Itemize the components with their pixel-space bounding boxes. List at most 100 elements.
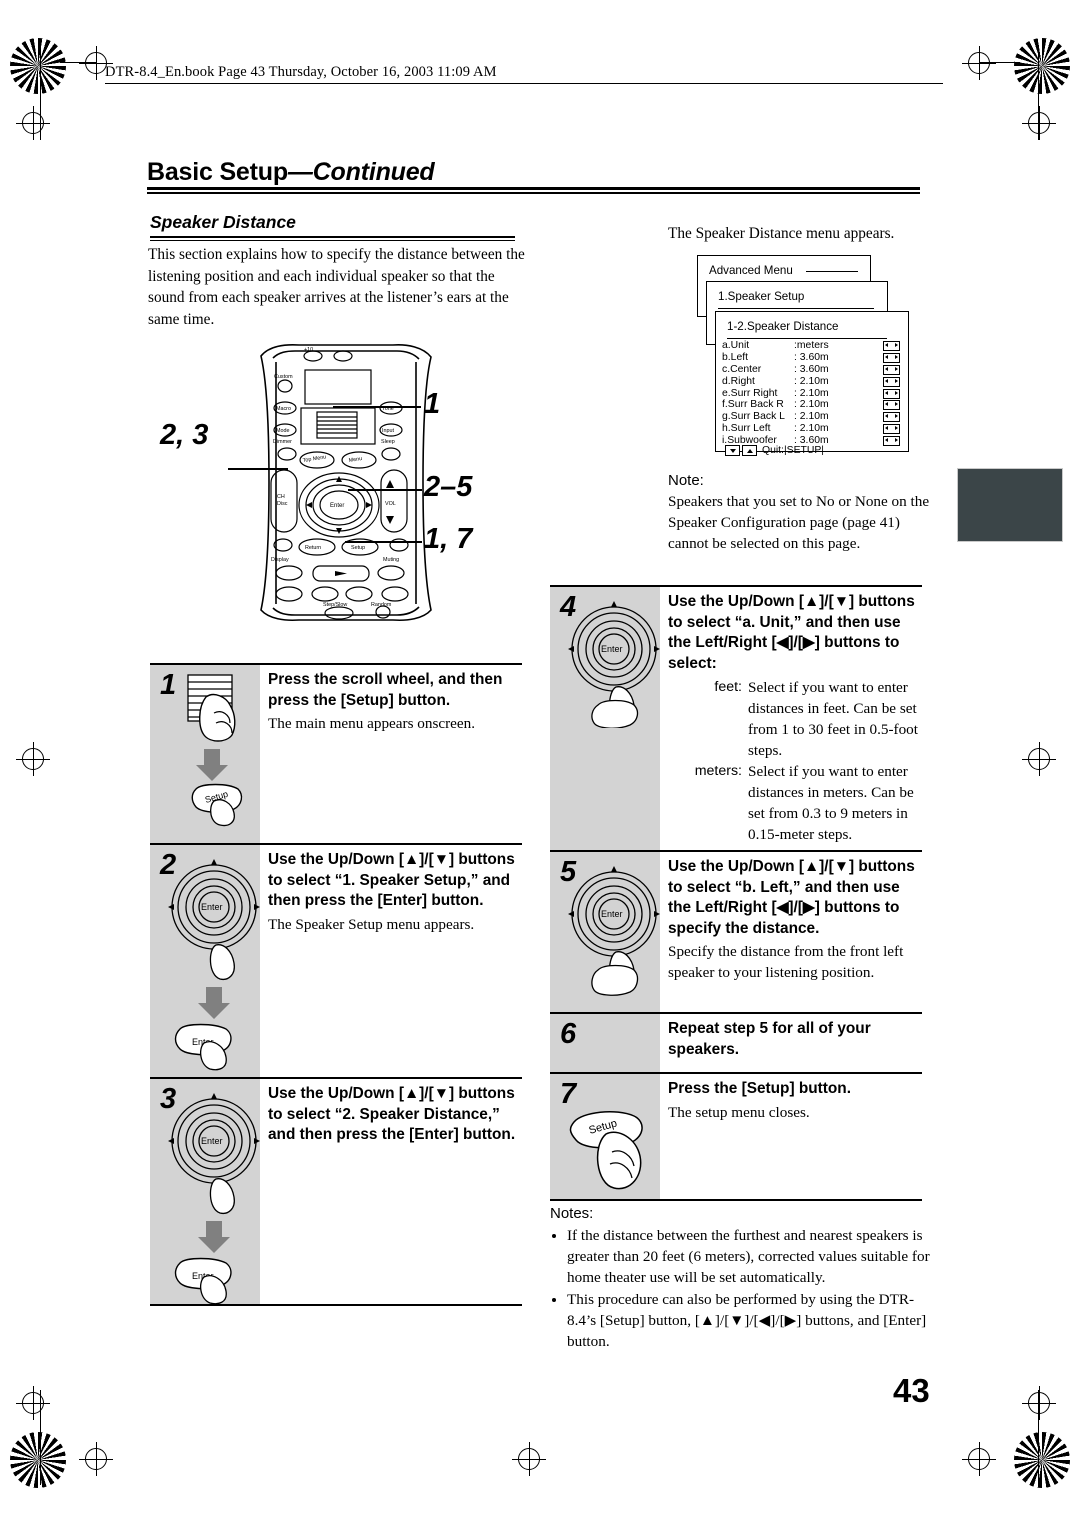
svg-text:+10: +10 [304,347,313,353]
osd-setting-row[interactable]: e.Surr Right : 2.10m [722,388,902,400]
step-body: Use the Up/Down [▲]/[▼] buttons to selec… [660,852,922,1012]
up-arrow-icon[interactable] [742,445,757,456]
svg-text:Mode: Mode [276,428,290,434]
svg-text:Macro: Macro [276,406,291,412]
osd-setting-row[interactable]: c.Center : 3.60m [722,364,902,376]
left-right-adjust-icon[interactable] [883,436,900,447]
enter-dial-icon: Enter Enter [168,859,260,1071]
osd-setting-row[interactable]: b.Left: 3.60m [722,352,902,364]
crop-line-right-vertical-bottom [1038,1390,1039,1485]
remote-callout-1-7-leader [345,541,422,543]
svg-text:Enter: Enter [601,644,623,654]
step-detail: The setup menu closes. [668,1103,810,1121]
definition-row: feet: Select if you want to enter distan… [668,677,918,761]
left-right-adjust-icon[interactable] [883,364,900,375]
osd-setting-label: e.Surr Right [722,387,778,399]
step-number-cell: 3 Enter Enter [150,1079,260,1305]
note-heading: Note: [668,472,704,489]
svg-text:Menu: Menu [348,456,362,464]
definition-row: meters: Select if you want to enter dist… [668,761,918,845]
left-right-adjust-icon[interactable] [883,424,900,435]
step-number-cell: 1 Setup [150,665,260,843]
osd-setting-value: : 3.60m [794,363,829,375]
step-body: Use the Up/Down [▲]/[▼] buttons to selec… [260,845,522,1077]
notes-heading: Notes: [550,1205,594,1222]
step-number-cell: 4 Enter [550,587,660,850]
step-row: 2 Enter Enter Use the Up/Down [▲]/[▼] bu… [150,845,522,1077]
title-rule-thick [147,187,920,190]
osd-setting-value: : 2.10m [794,411,829,423]
osd-layer1-rule [806,271,858,273]
osd-intro-text: The Speaker Distance menu appears. [668,225,895,242]
svg-text:VOL: VOL [385,501,396,507]
page-number: 43 [893,1372,930,1409]
svg-text:Display: Display [271,557,289,563]
crop-line-top-horizontal-right [980,62,1020,63]
left-right-adjust-icon[interactable] [883,388,900,399]
note-block: Note: Speakers that you set to No or Non… [668,470,930,554]
title-rule-thin [147,192,920,194]
step-body: Use the Up/Down [▲]/[▼] buttons to selec… [260,1079,522,1304]
left-right-adjust-icon[interactable] [883,376,900,387]
osd-setting-row[interactable]: g.Surr Back L : 2.10m [722,411,902,423]
remote-callout-2-3: 2, 3 [160,419,209,451]
osd-setting-row[interactable]: d.Right: 2.10m [722,376,902,388]
left-right-adjust-icon[interactable] [883,340,900,351]
remote-callout-1: 1 [424,388,441,420]
corner-burst-bottomright [1014,1432,1070,1488]
down-arrow-icon[interactable] [725,445,740,456]
osd-quit-label: Quit:|SETUP| [762,445,824,456]
svg-text:Input: Input [382,428,394,434]
left-right-adjust-icon[interactable] [883,412,900,423]
osd-setting-label: a.Unit [722,340,750,351]
enter-dial-icon: Enter [568,601,660,728]
step-instruction: Use the Up/Down [▲]/[▼] buttons to selec… [668,593,915,672]
registration-mark-bottom-right [1022,1386,1056,1420]
svg-text:Step/Slow: Step/Slow [323,602,347,608]
header-rule [105,83,943,84]
step-instruction: Use the Up/Down [▲]/[▼] buttons to selec… [268,851,515,909]
osd-menu-stack: Advanced Menu 1.Speaker Setup 1-2.Speake… [697,255,909,456]
osd-setting-label: c.Center [722,363,762,375]
step-row: 1 Setup Press the scroll wheel, and then… [150,665,522,843]
section-rule-thin [150,239,515,241]
notes-list: If the distance between the furthest and… [550,1225,940,1352]
osd-setting-label: b.Left [722,351,748,363]
registration-mark-bottom-right2 [962,1442,996,1476]
manual-page: DTR-8.4_En.book Page 43 Thursday, Octobe… [0,0,1080,1528]
svg-text:Custom: Custom [274,374,293,380]
book-running-header: DTR-8.4_En.book Page 43 Thursday, Octobe… [105,64,497,80]
svg-text:Setup: Setup [351,545,365,551]
step-number: 1 [160,669,177,701]
registration-mark-top-left [79,46,113,80]
definition-description: Select if you want to enter distances in… [748,763,914,843]
step-number-cell: 2 Enter Enter [150,845,260,1077]
step-row: 6 Repeat step 5 for all of your speakers… [550,1014,922,1072]
scroll-wheel-icon: Setup [187,674,243,827]
osd-setting-row[interactable]: a.Unit:meters [722,340,902,352]
left-right-adjust-icon[interactable] [883,352,900,363]
steps-left-column: 1 Setup Press the scroll wheel, and then… [150,663,522,1306]
enter-dial-icon: Enter [568,866,660,996]
step-row: 3 Enter Enter Use the Up/Down [▲]/[▼] bu… [150,1079,522,1305]
definition-description: Select if you want to enter distances in… [748,679,918,759]
step-row: 7 Setup Press the [Setup] button. The se… [550,1074,922,1199]
page-title: Basic Setup—Continued [147,158,435,187]
svg-text:Top Menu: Top Menu [302,454,326,464]
page-title-bold: Basic Setup [147,158,288,186]
svg-text:Muting: Muting [383,557,399,563]
step-instruction: Use the Up/Down [▲]/[▼] buttons to selec… [268,1085,516,1143]
notes-block: Notes: If the distance between the furth… [550,1203,940,1352]
remote-callout-1-leader [333,406,421,408]
step-body: Repeat step 5 for all of your speakers. [660,1014,922,1072]
osd-setting-value: : 2.10m [794,399,829,411]
osd-setting-row[interactable]: f.Surr Back R: 2.10m [722,399,902,411]
osd-setting-label: g.Surr Back L [722,411,785,423]
page-title-continued: —Continued [287,158,435,186]
svg-text:Dimmer: Dimmer [273,439,292,445]
left-right-adjust-icon[interactable] [883,400,900,411]
step-body: Press the scroll wheel, and then press t… [260,665,522,843]
crop-line-left-vertical-bottom [40,1390,41,1485]
osd-setting-value: : 2.10m [794,387,829,399]
osd-setting-row[interactable]: h.Surr Left: 2.10m [722,423,902,435]
